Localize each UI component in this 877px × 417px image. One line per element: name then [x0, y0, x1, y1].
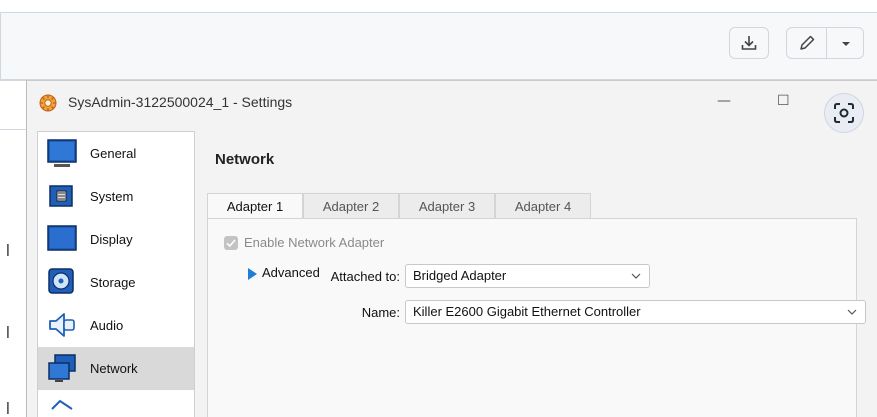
attached-to-label: Attached to: [330, 269, 400, 284]
file-toolbar [0, 12, 877, 80]
window-title: SysAdmin-3122500024_1 - Settings [68, 94, 293, 110]
expand-arrow-icon[interactable] [248, 268, 257, 280]
google-lens-icon [834, 103, 854, 123]
background-text: l [6, 399, 10, 417]
adapter-name-value: Killer E2600 Gigabit Ethernet Controller [413, 304, 641, 319]
divider [0, 129, 26, 130]
chevron-down-icon [631, 273, 641, 279]
sidebar-item-partial[interactable] [38, 390, 194, 417]
pencil-icon[interactable] [798, 34, 816, 52]
sidebar-item-label: Audio [90, 318, 124, 333]
system-icon [49, 185, 73, 207]
sidebar-item-audio[interactable]: Audio [38, 304, 194, 347]
settings-window: SysAdmin-3122500024_1 - Settings — ☐ Gen… [26, 80, 877, 417]
tab-adapter-3[interactable]: Adapter 3 [399, 193, 495, 219]
attached-to-select[interactable]: Bridged Adapter [405, 264, 650, 288]
page-title: Network [215, 151, 275, 168]
attached-to-value: Bridged Adapter [413, 268, 507, 283]
button-divider [826, 28, 827, 58]
background-text: l [6, 323, 10, 342]
tab-adapter-2[interactable]: Adapter 2 [303, 193, 399, 219]
sidebar-item-display[interactable]: Display [38, 218, 194, 261]
general-icon [47, 139, 77, 167]
window-titlebar[interactable]: SysAdmin-3122500024_1 - Settings — ☐ [27, 81, 877, 133]
sidebar-item-general[interactable]: General [38, 132, 194, 175]
virtualbox-app-icon [39, 94, 57, 112]
check-icon [226, 239, 236, 248]
background-text: l [6, 241, 10, 260]
maximize-button[interactable]: ☐ [777, 93, 797, 111]
advanced-toggle[interactable]: Advanced [262, 265, 320, 280]
ports-icon [51, 399, 73, 410]
download-icon [741, 36, 757, 50]
audio-icon [49, 313, 75, 337]
adapter-panel: Enable Network Adapter Attached to: Brid… [207, 218, 866, 417]
network-icon [48, 354, 76, 382]
sidebar-item-label: System [90, 189, 134, 204]
display-icon [47, 225, 77, 251]
sidebar-item-system[interactable]: System [38, 175, 194, 218]
storage-icon [48, 268, 74, 294]
sidebar-item-label: Network [90, 361, 138, 376]
background-page-strip: l l l [0, 80, 26, 417]
adapter-name-select[interactable]: Killer E2600 Gigabit Ethernet Controller [405, 300, 866, 324]
chevron-down-icon [847, 309, 857, 315]
chevron-down-icon[interactable] [840, 40, 852, 48]
enable-adapter-checkbox[interactable] [224, 236, 238, 250]
sidebar-item-storage[interactable]: Storage [38, 261, 194, 304]
name-label: Name: [361, 305, 400, 320]
tab-adapter-4[interactable]: Adapter 4 [495, 193, 591, 219]
minimize-button[interactable]: — [717, 93, 737, 111]
edit-button-group[interactable] [786, 27, 864, 59]
tab-adapter-1[interactable]: Adapter 1 [207, 193, 303, 220]
sidebar-item-label: Storage [90, 275, 136, 290]
settings-sidebar: General System Display Storage Audio Net… [37, 131, 195, 417]
settings-content: Network Adapter 1 Adapter 2 Adapter 3 Ad… [199, 123, 877, 417]
download-button[interactable] [729, 27, 769, 59]
sidebar-item-label: General [90, 146, 137, 161]
sidebar-item-label: Display [90, 232, 133, 247]
enable-adapter-label: Enable Network Adapter [244, 235, 385, 250]
sidebar-item-network[interactable]: Network [38, 347, 194, 390]
